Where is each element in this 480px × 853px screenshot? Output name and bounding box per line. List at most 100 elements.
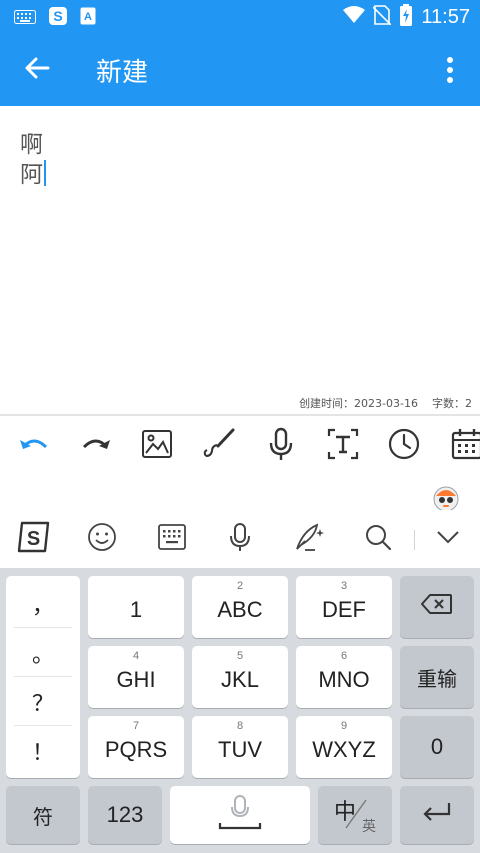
reminder-button[interactable]: [386, 428, 422, 464]
backspace-icon: [421, 593, 453, 621]
svg-text:S: S: [27, 528, 40, 550]
key-digit: 3: [340, 580, 348, 592]
image-icon: [141, 429, 173, 463]
key-digit: 2: [236, 580, 244, 592]
status-bar: S A 11:57: [0, 0, 480, 32]
key-digit: 6: [340, 650, 348, 662]
sogou-menu-button[interactable]: S: [16, 521, 52, 557]
key-digit: 5: [236, 650, 244, 662]
text-caret: [44, 160, 46, 186]
calendar-icon: [451, 428, 480, 464]
key-8-tuv[interactable]: 8 TUV: [192, 716, 288, 778]
more-vert-icon: [447, 57, 453, 63]
key-digit: 8: [236, 720, 244, 732]
key-0[interactable]: 0: [400, 716, 474, 778]
key-3-def[interactable]: 3 DEF: [296, 576, 392, 638]
calendar-button[interactable]: [448, 428, 480, 464]
wifi-icon: [343, 6, 366, 28]
ime-mascot-icon[interactable]: [432, 484, 460, 512]
overflow-menu-button[interactable]: [438, 54, 462, 86]
app-bar: 新建: [0, 32, 480, 106]
key-digit: 9: [340, 720, 348, 732]
sogou-icon: S: [48, 6, 68, 30]
punct-exclaim-key[interactable]: ！: [14, 727, 72, 775]
word-count: 字数：2: [432, 397, 472, 410]
slash-icon: [342, 796, 368, 838]
arrow-left-icon: [24, 56, 50, 84]
text-recognize-button[interactable]: [325, 428, 361, 464]
key-label: 1: [129, 597, 143, 622]
backspace-key[interactable]: [400, 576, 474, 638]
keyboard-icon: [14, 9, 36, 28]
key-label: GHI: [116, 667, 156, 692]
enter-icon: [421, 801, 453, 829]
space-key[interactable]: [170, 786, 310, 844]
redo-icon: [81, 433, 111, 459]
brush-icon: [202, 428, 236, 464]
emoji-button[interactable]: [84, 521, 120, 557]
search-icon: [364, 523, 392, 555]
edit-toolbar: [0, 416, 480, 478]
key-2-abc[interactable]: 2 ABC: [192, 576, 288, 638]
svg-text:A: A: [84, 11, 92, 23]
symbols-key[interactable]: 符: [6, 786, 80, 844]
ime-function-bar: S: [0, 510, 480, 568]
key-label: ABC: [217, 597, 263, 622]
handwriting-button[interactable]: [201, 428, 237, 464]
clock-time: 11:57: [421, 5, 470, 28]
punct-comma-key[interactable]: ，: [14, 580, 72, 628]
punct-question-key[interactable]: ？: [14, 678, 72, 726]
editor-text[interactable]: 啊 阿: [20, 130, 46, 190]
reinput-key[interactable]: 重输: [400, 646, 474, 708]
note-editor[interactable]: 啊 阿 创建时间：2023-03-16 字数：2: [0, 106, 480, 414]
key-5-jkl[interactable]: 5 JKL: [192, 646, 288, 708]
editor-line: 啊: [20, 132, 43, 158]
collapse-keyboard-button[interactable]: [430, 521, 466, 557]
key-1[interactable]: 1: [88, 576, 184, 638]
lang-switch-key[interactable]: 中 英: [318, 786, 392, 844]
insert-image-button[interactable]: [139, 428, 175, 464]
key-7-pqrs[interactable]: 7 PQRS: [88, 716, 184, 778]
key-label: MNO: [318, 667, 370, 692]
no-sim-icon: [372, 5, 392, 29]
keyboard-layout-icon: [158, 524, 186, 554]
key-label: DEF: [322, 597, 366, 622]
quill-icon: [293, 521, 325, 557]
redo-button[interactable]: [78, 428, 114, 464]
page-title: 新建: [96, 58, 149, 88]
voice-icon: [228, 522, 252, 556]
punctuation-column: ， 。 ？ ！: [6, 576, 80, 778]
collapse-icon: [436, 529, 460, 549]
ime-voice-button[interactable]: [222, 521, 258, 557]
editor-line: 阿: [20, 162, 43, 188]
key-9-wxyz[interactable]: 9 WXYZ: [296, 716, 392, 778]
text-recognize-icon: [327, 428, 359, 464]
divider: [414, 530, 415, 550]
text-a-icon: A: [80, 7, 96, 29]
undo-button[interactable]: [16, 428, 52, 464]
key-6-mno[interactable]: 6 MNO: [296, 646, 392, 708]
battery-charging-icon: [399, 4, 413, 30]
key-digit: 7: [132, 720, 140, 732]
editor-line-with-caret: 阿: [20, 160, 46, 190]
enter-key[interactable]: [400, 786, 474, 844]
key-label: WXYZ: [312, 737, 376, 762]
ime-search-button[interactable]: [360, 521, 396, 557]
svg-text:S: S: [53, 8, 62, 24]
clock-icon: [388, 428, 420, 464]
numbers-key[interactable]: 123: [88, 786, 162, 844]
sogou-logo-icon: S: [16, 520, 52, 558]
t9-keyboard: ， 。 ？ ！ 1 2 ABC 3 DEF 4 GHI 5 JKL 6 MNO 重输 7 P…: [0, 568, 480, 853]
voice-input-button[interactable]: [263, 427, 299, 464]
space-mic-icon: [218, 793, 262, 837]
punct-period-key[interactable]: 。: [14, 629, 72, 677]
key-digit: 4: [132, 650, 140, 662]
created-time: 创建时间：2023-03-16: [299, 397, 418, 410]
back-button[interactable]: [18, 51, 56, 89]
note-meta: 创建时间：2023-03-16 字数：2: [299, 395, 472, 411]
keyboard-layout-button[interactable]: [154, 521, 190, 557]
key-label: JKL: [221, 667, 259, 692]
key-4-ghi[interactable]: 4 GHI: [88, 646, 184, 708]
writing-assist-button[interactable]: [291, 521, 327, 557]
key-label: PQRS: [104, 737, 168, 762]
